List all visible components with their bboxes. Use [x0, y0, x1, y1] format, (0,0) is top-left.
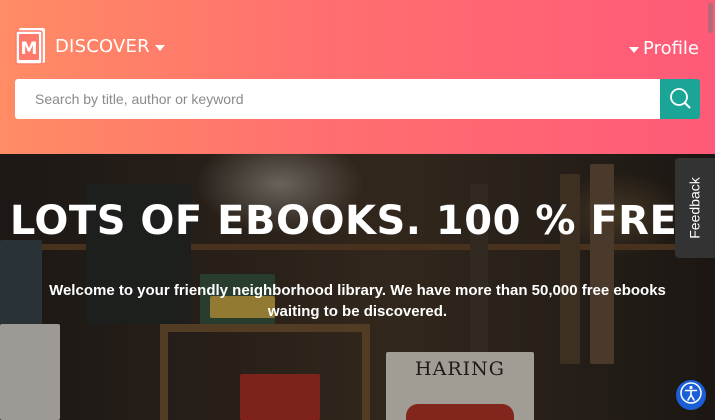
accessibility-icon	[680, 381, 702, 409]
feedback-tab[interactable]: Feedback	[675, 158, 715, 258]
hero-subtitle: Welcome to your friendly neighborhood li…	[49, 282, 666, 320]
accessibility-button[interactable]	[676, 380, 706, 410]
book-logo-icon[interactable]: M	[15, 25, 47, 65]
scrollbar-thumb[interactable]	[708, 3, 713, 33]
search-button[interactable]	[660, 79, 700, 119]
site-header: M DISCOVER Profile	[0, 0, 715, 154]
caret-down-icon	[629, 47, 640, 53]
search-input[interactable]	[15, 79, 660, 119]
feedback-label: Feedback	[687, 177, 704, 239]
svg-text:M: M	[21, 39, 38, 59]
discover-menu[interactable]: DISCOVER	[55, 36, 165, 57]
profile-label: Profile	[643, 38, 699, 59]
profile-menu[interactable]: Profile	[629, 38, 699, 59]
discover-label: DISCOVER	[55, 36, 150, 57]
caret-down-icon	[154, 45, 165, 51]
hero-banner: HARING LOTS OF EBOOKS. 100 % FREE Welcom…	[0, 154, 715, 420]
search-bar	[15, 79, 700, 119]
hero-title: LOTS OF EBOOKS. 100 % FREE	[9, 198, 706, 244]
search-icon	[669, 87, 691, 112]
